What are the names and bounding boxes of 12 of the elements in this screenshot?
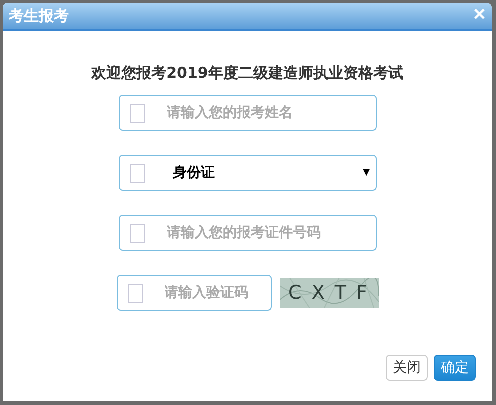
cancel-button[interactable]: 关闭 — [386, 355, 428, 381]
field-icon — [128, 284, 142, 303]
input-field[interactable]: 请输入验证码 — [116, 275, 272, 311]
field-icon — [130, 104, 145, 123]
field-icon — [130, 224, 145, 243]
form-heading: 欢迎您报考2019年度二级建造师执业资格考试 — [92, 64, 404, 83]
field-icon — [130, 164, 145, 182]
input-field[interactable]: 请输入您的报考姓名 — [119, 95, 377, 131]
captcha-image[interactable]: C X T F — [280, 278, 378, 308]
id-type-dropdown[interactable]: 身份证 ▼ — [119, 155, 377, 191]
window-title: 考生报考 — [9, 6, 69, 26]
input-field[interactable]: 请输入您的报考证件号码 — [119, 215, 377, 251]
